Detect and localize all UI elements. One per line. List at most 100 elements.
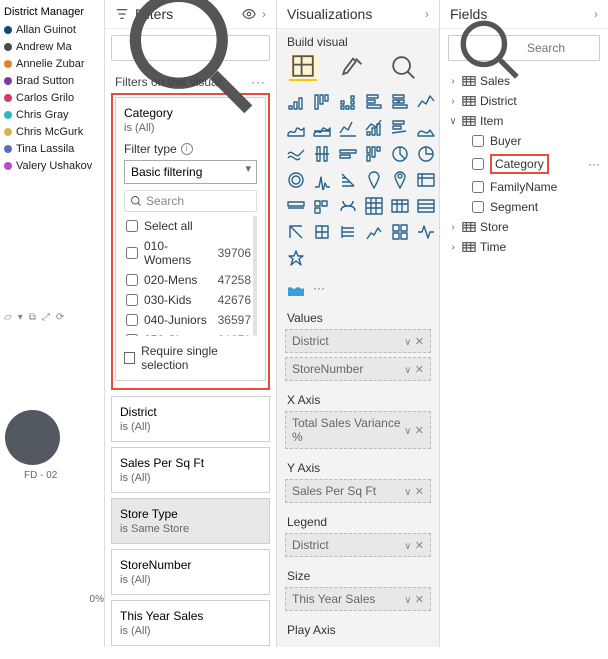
chevron-right-icon[interactable]: › [425,7,429,21]
checkbox[interactable] [126,314,138,326]
viz-type-icon[interactable] [337,91,359,113]
build-visual-tab[interactable] [289,53,317,81]
remove-icon[interactable]: ✕ [415,364,424,376]
filter-card[interactable]: Store Typeis Same Store [111,498,270,544]
fields-tree[interactable]: ›Sales›District∨ItemBuyerCategory···Fami… [440,67,608,261]
legend-item[interactable]: Chris Gray [4,109,100,121]
viz-type-icon[interactable] [415,221,437,243]
viz-type-icon[interactable] [389,221,411,243]
viz-type-icon[interactable] [337,195,359,217]
viz-type-icon[interactable] [415,195,437,217]
checkbox[interactable] [126,294,138,306]
filter-option[interactable]: 040-Juniors36597 [124,310,253,330]
legend-item[interactable]: Andrew Ma [4,41,100,53]
filter-option[interactable]: 050-Shoes21871 [124,330,253,336]
table-row[interactable]: ›Time [448,237,600,257]
viz-type-icon[interactable] [285,91,307,113]
field-item[interactable]: Segment [448,197,600,217]
legend-item[interactable]: Carlos Grilo [4,92,100,104]
viz-type-icon[interactable] [337,143,359,165]
viz-type-icon[interactable] [363,117,385,139]
viz-type-icon[interactable] [285,143,307,165]
viz-type-icon[interactable] [415,117,437,139]
more-icon[interactable]: ··· [313,281,325,295]
checkbox[interactable] [472,158,484,170]
viz-type-icon[interactable] [415,91,437,113]
viz-type-icon[interactable] [285,195,307,217]
viz-gallery[interactable] [277,87,439,273]
filter-option[interactable]: Select all [124,216,253,236]
viz-type-icon[interactable] [389,117,411,139]
filter-card[interactable]: This Year Salesis (All) [111,600,270,646]
viz-type-icon[interactable] [285,117,307,139]
legend-item[interactable]: Chris McGurk [4,126,100,138]
field-well-item[interactable]: Sales Per Sq Ft∨ ✕ [285,479,431,503]
field-item[interactable]: Buyer [448,131,600,151]
field-well-item[interactable]: District∨ ✕ [285,533,431,557]
filter-option[interactable]: 010-Womens39706 [124,236,253,270]
fields-search[interactable] [448,35,600,61]
checkbox-icon[interactable] [124,352,135,364]
filter-option[interactable]: 020-Mens47258 [124,270,253,290]
require-single-selection[interactable]: Require single selection [124,344,257,372]
filter-option[interactable]: 030-Kids42676 [124,290,253,310]
filter-card[interactable]: StoreNumberis (All) [111,549,270,595]
visual-toolbar[interactable]: ▱▾⧉⤢⟳ [0,310,104,325]
checkbox[interactable] [126,220,138,232]
filter-type-select[interactable]: Basic filtering [124,160,257,184]
viz-type-icon[interactable] [363,169,385,191]
filters-search[interactable] [111,35,270,61]
viz-type-icon[interactable] [363,91,385,113]
viz-type-icon[interactable] [285,221,307,243]
caret-icon[interactable]: › [448,96,458,107]
viz-type-icon[interactable] [311,169,333,191]
field-well-item[interactable]: Total Sales Variance %∨ ✕ [285,411,431,449]
viz-type-icon[interactable] [363,195,385,217]
table-row[interactable]: ∨Item [448,111,600,131]
field-well-item[interactable]: District∨ ✕ [285,329,431,353]
legend-item[interactable]: Allan Guinot [4,24,100,36]
checkbox[interactable] [126,334,138,336]
checkbox[interactable] [472,201,484,213]
chevron-right-icon[interactable]: › [594,7,598,21]
viz-type-icon[interactable] [415,143,437,165]
legend-item[interactable]: Annelie Zubar [4,58,100,70]
viz-type-icon[interactable] [389,195,411,217]
remove-icon[interactable]: ✕ [415,594,424,606]
viz-type-icon[interactable] [415,169,437,191]
filter-values-search[interactable]: Search [124,190,257,212]
viz-type-icon[interactable] [337,221,359,243]
analytics-tab[interactable] [389,53,417,81]
report-canvas[interactable]: District Manager Allan GuinotAndrew MaAn… [0,0,105,647]
legend-item[interactable]: Tina Lassila [4,143,100,155]
table-row[interactable]: ›District [448,91,600,111]
caret-icon[interactable]: ∨ [448,116,458,127]
viz-type-icon[interactable] [389,169,411,191]
table-row[interactable]: ›Store [448,217,600,237]
legend-item[interactable]: Valery Ushakov [4,160,100,172]
filter-card[interactable]: Districtis (All) [111,396,270,442]
viz-type-icon[interactable] [285,277,307,299]
field-item[interactable]: FamilyName [448,177,600,197]
viz-type-icon[interactable] [337,169,359,191]
info-icon[interactable]: i [181,143,193,155]
viz-type-icon[interactable] [389,143,411,165]
viz-type-icon[interactable] [285,169,307,191]
fields-search-input[interactable] [527,41,593,55]
viz-type-icon[interactable] [285,247,307,269]
viz-type-icon[interactable] [311,195,333,217]
field-well-item[interactable]: This Year Sales∨ ✕ [285,587,431,611]
viz-type-icon[interactable] [311,221,333,243]
viz-type-icon[interactable] [363,221,385,243]
format-visual-tab[interactable] [339,53,367,81]
filter-card[interactable]: Sales Per Sq Ftis (All) [111,447,270,493]
caret-icon[interactable]: › [448,242,458,253]
checkbox[interactable] [126,274,138,286]
checkbox[interactable] [126,247,138,259]
viz-type-icon[interactable] [363,143,385,165]
viz-type-icon[interactable] [389,91,411,113]
remove-icon[interactable]: ✕ [415,540,424,552]
remove-icon[interactable]: ✕ [415,425,424,437]
filter-options-list[interactable]: Select all010-Womens39706020-Mens4725803… [124,216,257,336]
viz-type-icon[interactable] [311,117,333,139]
